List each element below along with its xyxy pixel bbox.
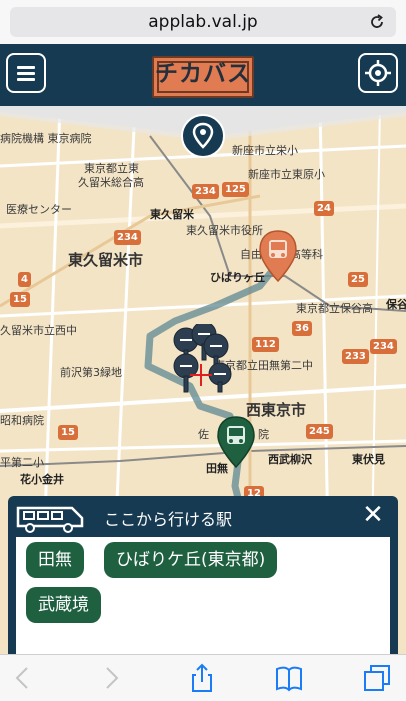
red-cross-icon <box>190 364 212 386</box>
route-shield: 4 <box>18 272 31 287</box>
route-shield: 125 <box>222 182 249 197</box>
app-header: チカバス <box>0 44 406 106</box>
panel-title: ここから行ける駅 <box>104 510 233 529</box>
bus-icon <box>259 230 297 283</box>
forward-icon[interactable] <box>96 663 126 693</box>
map-label: 医療センター <box>6 203 72 216</box>
reload-icon[interactable] <box>368 13 386 31</box>
map-label: 新座市立東原小 <box>248 168 325 181</box>
share-icon[interactable] <box>187 663 217 693</box>
route-shield: 24 <box>314 201 334 216</box>
locate-button[interactable] <box>358 53 398 93</box>
map-label: 保谷 <box>386 298 406 311</box>
map-label: 西武柳沢 <box>268 453 312 466</box>
route-shield: 25 <box>348 272 368 287</box>
bookmarks-icon[interactable] <box>274 663 304 693</box>
menu-button[interactable] <box>6 53 46 93</box>
map-label: 新座市立栄小 <box>232 144 298 157</box>
route-shield: 234 <box>192 184 219 199</box>
station-chip[interactable]: 田無 <box>26 542 84 578</box>
back-icon[interactable] <box>8 663 38 693</box>
station-list: 田無 ひばりケ丘(東京都) 武蔵境 <box>16 537 390 654</box>
map-label: 前沢第3緑地 <box>60 366 122 379</box>
map-label: 東久留米市 <box>68 251 144 269</box>
route-shield: 36 <box>292 321 312 336</box>
map-label: 東久留米市役所 <box>186 224 263 237</box>
map-label: 久留米総合高 <box>78 176 144 189</box>
map-label: 東伏見 <box>352 453 385 466</box>
map-label: 東久留米 <box>150 208 194 221</box>
map-center-crosshair <box>190 364 212 386</box>
close-icon[interactable]: ✕ <box>360 500 386 530</box>
map-label: 佐 <box>198 428 209 441</box>
map-label: 平第二小 <box>0 456 44 469</box>
app-logo: チカバス <box>152 56 254 98</box>
route-shield: 112 <box>252 337 279 352</box>
address-field[interactable]: applab.val.jp <box>10 7 396 37</box>
reachable-stations-panel: ここから行ける駅 ✕ 田無 ひばりケ丘(東京都) 武蔵境 <box>8 496 398 654</box>
logo-text: チカバス <box>155 61 251 87</box>
map-label: 久留米市立西中 <box>0 324 77 337</box>
bus-icon <box>217 416 255 469</box>
route-shield: 15 <box>58 425 78 440</box>
map-label: 病院機構 東京病院 <box>0 132 92 145</box>
route-shield: 234 <box>370 339 397 354</box>
map-label: ひばりヶ丘 <box>210 271 265 284</box>
map-label: 昭和病院 <box>0 414 44 427</box>
current-location-pin[interactable] <box>181 114 225 158</box>
crosshair-icon <box>365 60 391 86</box>
tabs-icon[interactable] <box>362 663 392 693</box>
station-chip[interactable]: ひばりケ丘(東京都) <box>104 542 278 578</box>
station-chip[interactable]: 武蔵境 <box>26 587 101 623</box>
map-label: 院 <box>258 428 269 441</box>
pin-icon <box>192 122 214 149</box>
route-shield: 245 <box>306 424 333 439</box>
bus-stop-marker-green[interactable] <box>216 416 256 469</box>
browser-url-bar: applab.val.jp <box>0 0 406 44</box>
browser-toolbar <box>0 654 406 701</box>
map-label: 花小金井 <box>20 473 64 486</box>
route-shield: 234 <box>114 230 141 245</box>
hamburger-icon <box>17 66 35 81</box>
bus-stop-marker-orange[interactable] <box>258 230 298 283</box>
route-shield: 15 <box>10 292 30 307</box>
map-label: 東京都立保谷高 <box>296 302 373 315</box>
bus-side-icon <box>16 506 84 533</box>
url-text: applab.val.jp <box>148 12 258 32</box>
route-shield: 233 <box>342 349 369 364</box>
